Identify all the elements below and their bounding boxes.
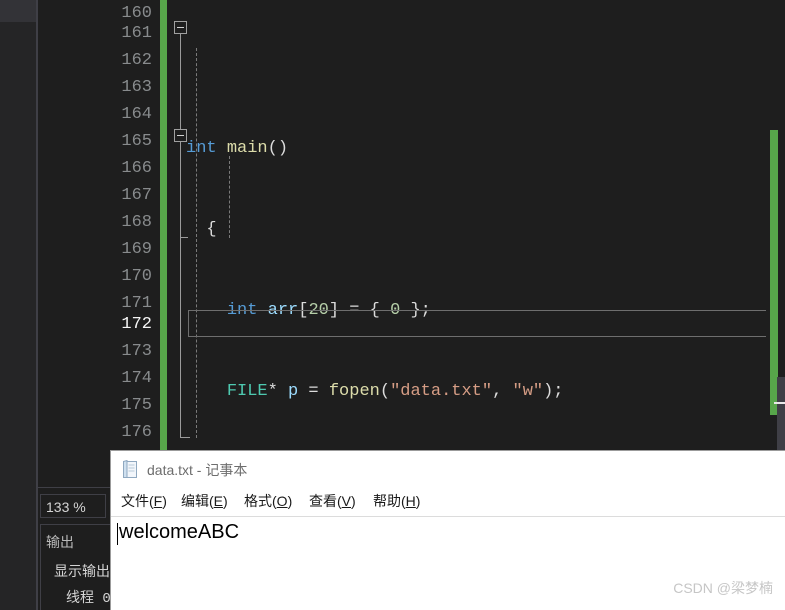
outline-line-main-lower <box>180 142 181 437</box>
notepad-title-bar[interactable]: data.txt - 记事本 <box>111 451 785 487</box>
code-line-161: int main() <box>186 139 289 158</box>
menu-item-format[interactable]: 格式(O) <box>244 491 292 511</box>
code-line-164: FILE* p = fopen("data.txt", "w"); <box>226 382 564 401</box>
line-number: 170 <box>121 267 152 286</box>
screenshot-root: 项 c ÷ 160 161 162 163 164 165 166 167 16… <box>0 0 785 610</box>
notepad-title-text: data.txt - 记事本 <box>147 462 248 478</box>
line-number: 162 <box>121 51 152 70</box>
scrollbar-change-overview <box>770 130 778 415</box>
code-editor-text[interactable]: int main() { int arr[20] = { 0 }; FILE* … <box>186 0 766 563</box>
line-number: 168 <box>121 213 152 232</box>
menu-item-view[interactable]: 查看(V) <box>309 491 356 511</box>
line-number: 176 <box>121 423 152 442</box>
line-number: 165 <box>121 132 152 151</box>
line-number: 164 <box>121 105 152 124</box>
change-indicator-bar <box>160 0 167 450</box>
scrollbar-caret-marker <box>774 402 785 404</box>
line-number: 173 <box>121 342 152 361</box>
outline-line-main-upper <box>180 34 181 129</box>
line-number: 169 <box>121 240 152 259</box>
line-number-current: 172 <box>121 315 152 334</box>
line-number: 167 <box>121 186 152 205</box>
zoom-level-selector[interactable]: 133 % <box>40 494 106 518</box>
menu-item-help[interactable]: 帮助(H) <box>373 491 420 511</box>
output-show-label[interactable]: 显示输出 <box>54 561 110 581</box>
text-caret <box>117 523 118 545</box>
line-number: 175 <box>121 396 152 415</box>
csdn-watermark: CSDN @梁梦楠 <box>673 580 773 596</box>
menu-item-file[interactable]: 文件(F) <box>121 491 167 511</box>
menu-item-edit[interactable]: 编辑(E) <box>181 491 228 511</box>
line-number: 166 <box>121 159 152 178</box>
editor-vertical-scrollbar[interactable] <box>766 0 785 455</box>
code-line-162: { <box>186 220 217 239</box>
code-line-163: int arr[20] = { 0 }; <box>226 301 431 320</box>
output-panel-title: 输出 <box>46 534 74 550</box>
notepad-menu-bar[interactable]: 文件(F) 编辑(E) 格式(O) 查看(V) 帮助(H) <box>111 487 785 515</box>
line-number: 163 <box>121 78 152 97</box>
scrollbar-thumb[interactable] <box>777 377 785 455</box>
notepad-content: welcomeABC <box>119 521 240 543</box>
line-number: 161 <box>121 24 152 43</box>
line-number-gutter: 160 161 162 163 164 165 166 167 168 169 … <box>100 0 158 455</box>
left-tool-strip[interactable]: 项 c ÷ <box>0 0 37 610</box>
notepad-icon <box>123 460 137 478</box>
line-number: 174 <box>121 369 152 388</box>
left-strip-header <box>0 0 36 22</box>
